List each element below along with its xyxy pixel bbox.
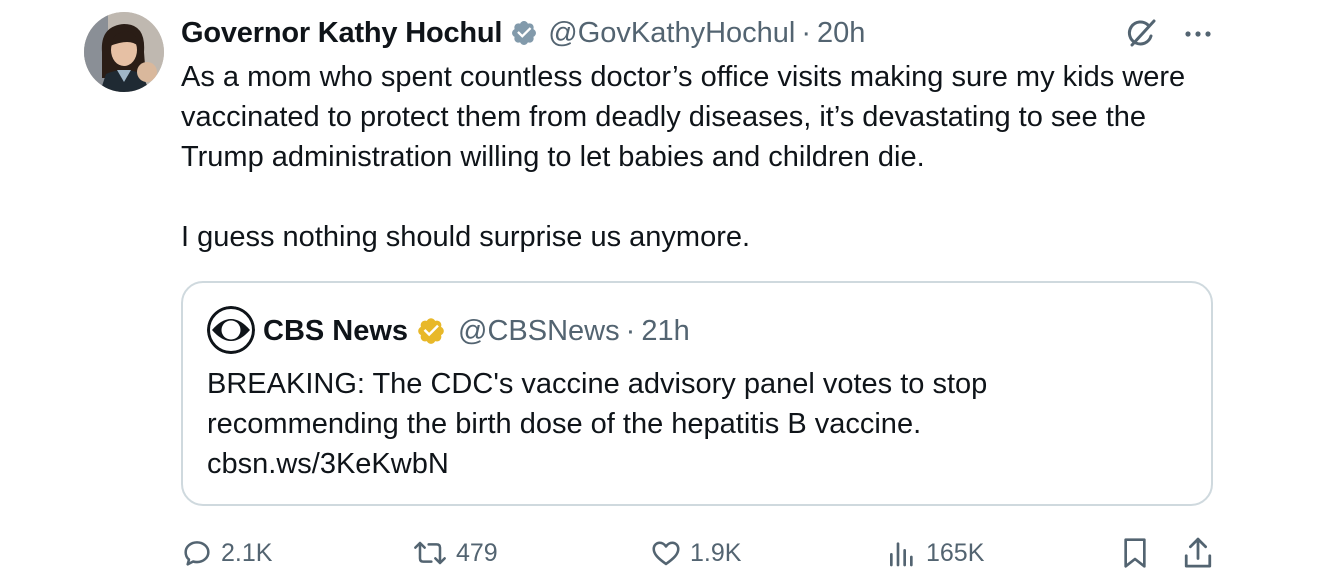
quote-author-name[interactable]: CBS News — [263, 315, 408, 348]
views-button[interactable]: 165K — [886, 530, 984, 576]
views-icon — [890, 542, 913, 567]
tweet-paragraph: I guess nothing should surprise us anymo… — [181, 221, 751, 253]
cbs-logo-icon — [207, 306, 255, 354]
like-count: 1.9K — [690, 538, 742, 567]
verified-badge-icon — [510, 19, 538, 47]
like-button[interactable]: 1.9K — [650, 530, 741, 576]
grok-icon[interactable] — [1124, 15, 1160, 51]
author-header: Governor Kathy Hochul @GovKathyHochul · … — [181, 14, 865, 52]
tweet-timestamp[interactable]: 20h — [817, 17, 865, 50]
quote-header: CBS News @CBSNews · 21h — [263, 311, 690, 351]
quote-link[interactable]: cbsn.ws/3KeKwbN — [207, 444, 1187, 484]
share-icon — [1184, 537, 1212, 568]
action-bar: 2.1K 479 1.9K 165K — [0, 530, 1318, 576]
repost-button[interactable]: 479 — [412, 530, 498, 576]
reply-button[interactable]: 2.1K — [181, 530, 272, 576]
separator-dot: · — [625, 314, 636, 347]
reply-icon — [184, 541, 210, 566]
more-icon[interactable] — [1178, 16, 1218, 52]
quote-author-handle[interactable]: @CBSNews — [458, 315, 620, 348]
author-name[interactable]: Governor Kathy Hochul — [181, 17, 502, 50]
separator-dot: · — [801, 16, 812, 49]
quote-text: BREAKING: The CDC's vaccine advisory pan… — [207, 364, 1187, 484]
tweet-paragraph: As a mom who spent countless doctor’s of… — [181, 61, 1186, 173]
gold-verified-badge-icon — [416, 316, 446, 346]
quoted-tweet[interactable]: CBS News @CBSNews · 21h BREAKING: The CD… — [181, 281, 1213, 506]
bookmark-button[interactable] — [1119, 530, 1151, 576]
quote-text-line: BREAKING: The CDC's vaccine advisory pan… — [207, 368, 988, 400]
views-count: 165K — [926, 538, 985, 567]
tweet-text: As a mom who spent countless doctor’s of… — [181, 57, 1221, 257]
repost-count: 479 — [456, 538, 498, 567]
quote-text-line: recommending the birth dose of the hepat… — [207, 408, 922, 440]
author-avatar[interactable] — [84, 12, 164, 92]
quote-timestamp[interactable]: 21h — [641, 315, 689, 348]
reply-count: 2.1K — [221, 538, 273, 567]
like-icon — [652, 541, 680, 566]
bookmark-icon — [1124, 538, 1146, 568]
repost-icon — [414, 541, 446, 565]
author-handle[interactable]: @GovKathyHochul — [548, 17, 795, 50]
tweet: Governor Kathy Hochul @GovKathyHochul · … — [0, 0, 1318, 578]
share-button[interactable] — [1181, 530, 1215, 576]
